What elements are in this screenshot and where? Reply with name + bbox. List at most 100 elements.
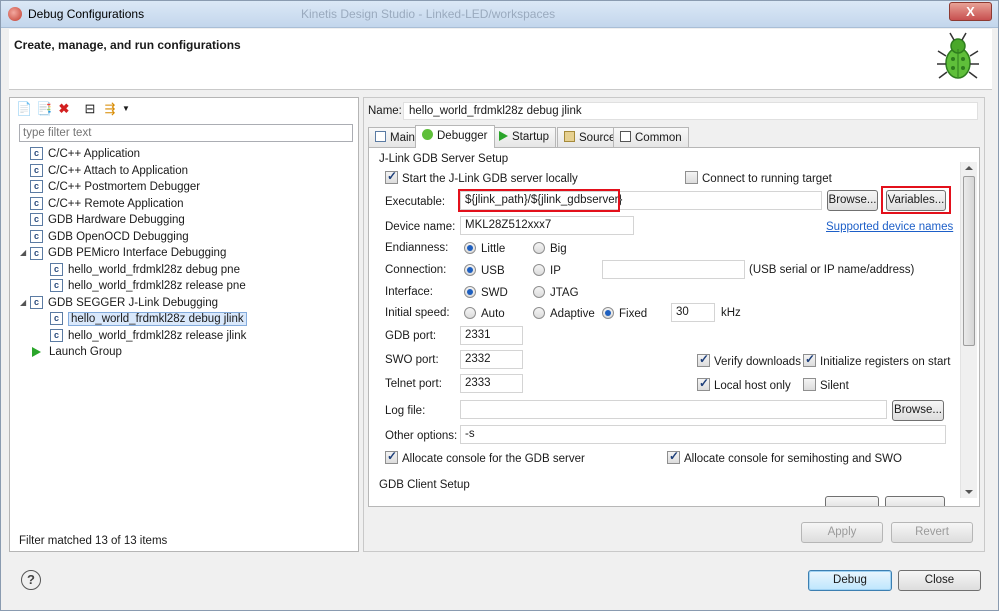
adaptive-radio[interactable]: Adaptive: [533, 307, 595, 320]
debug-button[interactable]: Debug: [808, 570, 892, 591]
client-partial-button-1[interactable]: [825, 496, 879, 506]
help-icon[interactable]: ?: [21, 570, 41, 590]
log-file-field[interactable]: [460, 400, 887, 419]
main-tab-icon: [375, 131, 386, 142]
verify-downloads-check[interactable]: [697, 352, 710, 367]
big-radio[interactable]: Big: [533, 242, 567, 255]
tree-child-item[interactable]: c hello_world_frdmkl28z debug pne: [20, 262, 350, 279]
device-name-field[interactable]: MKL28Z512xxx7: [460, 216, 634, 235]
supported-devices-link[interactable]: Supported device names: [826, 221, 953, 233]
fixed-radio[interactable]: Fixed: [602, 307, 647, 320]
c-config-icon: c: [30, 213, 43, 227]
collapse-all-icon[interactable]: ⊟: [82, 101, 98, 117]
init-registers-check[interactable]: [803, 352, 816, 367]
alloc-semihosting-checkbox[interactable]: Allocate console for semihosting and SWO: [667, 449, 902, 465]
c-config-icon: c: [30, 229, 43, 243]
ip-radio-dot[interactable]: [533, 264, 545, 276]
swo-port-field[interactable]: 2332: [460, 350, 523, 369]
silent-checkbox[interactable]: Silent: [803, 378, 849, 392]
speed-field[interactable]: 30: [671, 303, 715, 322]
scroll-up-icon[interactable]: [965, 166, 973, 170]
local-host-only-checkbox[interactable]: Local host only: [697, 376, 791, 392]
expand-chevron-icon[interactable]: ◢: [20, 295, 30, 311]
tab-common[interactable]: Common: [613, 127, 689, 147]
new-configuration-icon[interactable]: 📄: [16, 101, 32, 117]
jtag-radio-dot[interactable]: [533, 286, 545, 298]
tree-child-item[interactable]: c hello_world_frdmkl28z release jlink: [20, 328, 350, 345]
apply-button[interactable]: Apply: [801, 522, 883, 543]
filter-menu-chevron-down-icon[interactable]: ▼: [118, 101, 134, 117]
tree-category-item[interactable]: Launch Group: [20, 344, 350, 361]
window-close-button[interactable]: X: [949, 2, 992, 21]
swd-radio-dot[interactable]: [464, 286, 476, 298]
auto-radio[interactable]: Auto: [464, 307, 505, 320]
alloc-semihosting-check[interactable]: [667, 449, 680, 464]
tree-child-item[interactable]: c hello_world_frdmkl28z release pne: [20, 278, 350, 295]
connect-running-check[interactable]: [685, 171, 698, 184]
tree-item-label: C/C++ Postmortem Debugger: [48, 181, 201, 193]
tree-item-label: GDB SEGGER J-Link Debugging: [48, 296, 219, 309]
background-window-title: Kinetis Design Studio - Linked-LED/works…: [301, 7, 556, 21]
c-config-icon: c: [30, 246, 43, 260]
scroll-down-icon[interactable]: [965, 490, 973, 494]
verify-downloads-checkbox[interactable]: Verify downloads: [697, 352, 801, 368]
telnet-port-field[interactable]: 2333: [460, 374, 523, 393]
expand-chevron-icon[interactable]: ◢: [20, 245, 30, 261]
configuration-name-field[interactable]: hello_world_frdmkl28z debug jlink: [403, 102, 978, 120]
ip-radio[interactable]: IP: [533, 264, 561, 277]
vertical-scrollbar[interactable]: [960, 162, 977, 498]
filter-input[interactable]: [19, 124, 353, 142]
usb-radio-dot[interactable]: [464, 264, 476, 276]
dialog-heading: Create, manage, and run configurations: [14, 38, 241, 52]
c-config-icon: c: [50, 279, 63, 293]
tab-main[interactable]: Main: [368, 127, 422, 147]
tree-category-item[interactable]: c C/C++ Application: [20, 146, 350, 163]
tree-category-item[interactable]: c C/C++ Postmortem Debugger: [20, 179, 350, 196]
delete-icon[interactable]: ✖: [56, 101, 72, 117]
scrollbar-thumb[interactable]: [963, 176, 975, 346]
tree-category-item[interactable]: c C/C++ Remote Application: [20, 196, 350, 213]
alloc-gdb-console-check[interactable]: [385, 449, 398, 464]
gdb-port-field[interactable]: 2331: [460, 326, 523, 345]
alloc-semihosting-label: Allocate console for semihosting and SWO: [684, 453, 902, 465]
auto-radio-dot[interactable]: [464, 307, 476, 319]
c-config-icon: c: [50, 328, 63, 342]
filter-icon[interactable]: ⇶: [102, 101, 118, 117]
tab-debugger[interactable]: Debugger: [415, 125, 495, 148]
filter-status: Filter matched 13 of 13 items: [19, 535, 168, 547]
ip-address-field[interactable]: [602, 260, 745, 279]
browse-log-button[interactable]: Browse...: [892, 400, 944, 421]
duplicate-icon[interactable]: 📑: [36, 101, 52, 117]
start-locally-check[interactable]: [385, 169, 398, 184]
tree-category-item[interactable]: ◢ c GDB PEMicro Interface Debugging: [20, 245, 350, 262]
browse-executable-button[interactable]: Browse...: [827, 190, 878, 211]
jtag-radio[interactable]: JTAG: [533, 286, 579, 299]
auto-label: Auto: [481, 308, 505, 320]
tree-child-item[interactable]: c hello_world_frdmkl28z debug jlink: [20, 311, 350, 328]
other-options-field[interactable]: -s: [460, 425, 946, 444]
little-radio-dot[interactable]: [464, 242, 476, 254]
silent-check[interactable]: [803, 378, 816, 391]
big-radio-dot[interactable]: [533, 242, 545, 254]
revert-button[interactable]: Revert: [891, 522, 973, 543]
adaptive-radio-dot[interactable]: [533, 307, 545, 319]
device-name-label: Device name:: [385, 221, 456, 233]
tree-category-item[interactable]: c GDB OpenOCD Debugging: [20, 229, 350, 246]
usb-radio[interactable]: USB: [464, 264, 505, 277]
fixed-radio-dot[interactable]: [602, 307, 614, 319]
connect-running-checkbox[interactable]: Connect to running target: [685, 171, 832, 185]
tree-item-label: hello_world_frdmkl28z debug pne: [68, 263, 240, 276]
swd-radio[interactable]: SWD: [464, 286, 508, 299]
client-partial-button-2[interactable]: [885, 496, 945, 506]
start-server-locally-checkbox[interactable]: Start the J-Link GDB server locally: [385, 169, 578, 185]
tree-category-item[interactable]: c C/C++ Attach to Application: [20, 163, 350, 180]
log-file-label: Log file:: [385, 405, 426, 417]
init-registers-checkbox[interactable]: Initialize registers on start: [803, 352, 950, 368]
close-button[interactable]: Close: [898, 570, 981, 591]
tab-startup[interactable]: Startup: [492, 127, 557, 147]
tree-category-item[interactable]: ◢ c GDB SEGGER J-Link Debugging: [20, 295, 350, 312]
little-radio[interactable]: Little: [464, 242, 505, 255]
tree-category-item[interactable]: c GDB Hardware Debugging: [20, 212, 350, 229]
local-host-only-check[interactable]: [697, 376, 710, 391]
alloc-gdb-console-checkbox[interactable]: Allocate console for the GDB server: [385, 449, 585, 465]
